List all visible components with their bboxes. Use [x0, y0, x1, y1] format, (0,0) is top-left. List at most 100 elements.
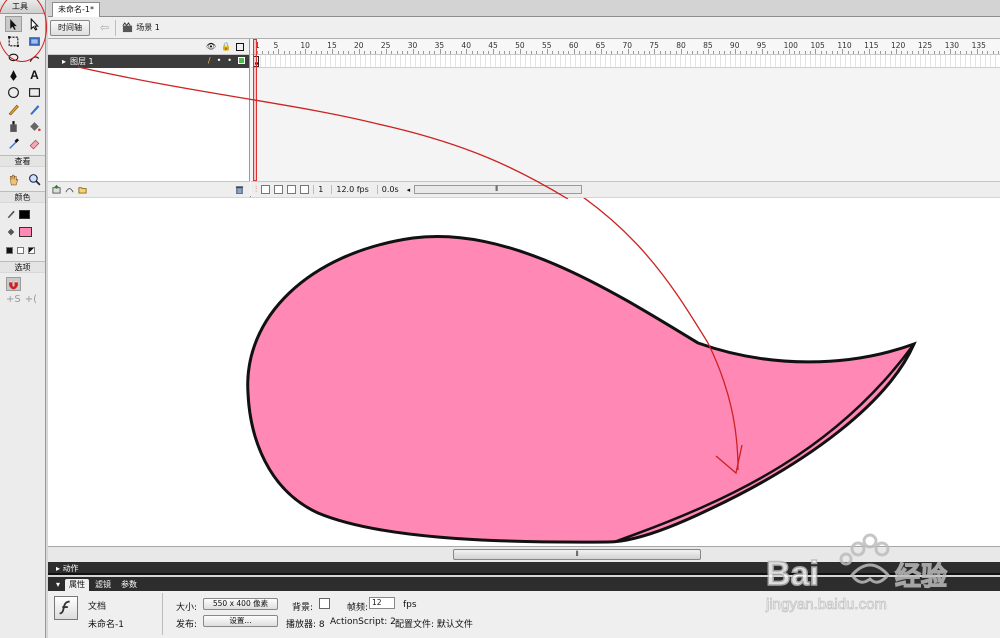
ruler-minor-tick: [375, 51, 377, 54]
pencil-icon[interactable]: [5, 101, 22, 117]
edit-multiple-frames-icon[interactable]: [287, 185, 297, 194]
background-color-swatch[interactable]: [319, 598, 330, 609]
swap-colors-icon[interactable]: [28, 246, 35, 254]
selection-tool-icon[interactable]: [5, 16, 22, 32]
rectangle-icon[interactable]: [26, 84, 43, 100]
onion-skin-icon[interactable]: [261, 185, 271, 194]
snap-magnet-icon[interactable]: [6, 277, 21, 291]
tab-properties[interactable]: 属性: [65, 579, 90, 591]
oval-icon[interactable]: [5, 84, 22, 100]
ruler-minor-tick: [504, 51, 506, 54]
lock-dot[interactable]: •: [227, 56, 232, 65]
lasso-icon-2[interactable]: [26, 50, 43, 66]
ink-bottle-icon[interactable]: [5, 118, 22, 134]
subselection-tool-icon[interactable]: [26, 16, 43, 32]
brush-icon[interactable]: [26, 101, 43, 117]
frame-ruler[interactable]: 1 5 10 15 20 25 30 35 40 45 50 55 60 65 70 75 80 85 90 95 10…: [251, 39, 1000, 55]
actions-label: 动作: [62, 564, 79, 573]
fill-color-swatch[interactable]: [19, 227, 32, 237]
framerate-input[interactable]: 12: [369, 597, 395, 609]
ruler-minor-tick: [708, 49, 710, 54]
scene-label[interactable]: 场景 1: [136, 22, 160, 33]
settings-button[interactable]: 设置...: [203, 615, 278, 627]
onion-outline-icon[interactable]: [274, 185, 284, 194]
ruler-minor-tick: [359, 49, 361, 54]
tab-filters[interactable]: 滤镜: [91, 579, 115, 591]
ruler-minor-tick: [348, 51, 350, 54]
add-layer-icon[interactable]: [52, 185, 61, 194]
fill-color-control[interactable]: [0, 223, 45, 241]
lock-icon[interactable]: 🔒: [221, 42, 231, 51]
collapse-arrow-icon[interactable]: ▾: [56, 579, 60, 591]
stage-canvas[interactable]: [48, 198, 1000, 546]
ruler-minor-tick: [563, 51, 565, 54]
tab-parameters[interactable]: 参数: [117, 579, 141, 591]
eyedropper-icon[interactable]: [5, 135, 22, 151]
ruler-minor-tick: [944, 51, 946, 54]
trash-icon[interactable]: [235, 185, 244, 194]
ruler-minor-tick: [520, 49, 522, 54]
size-button[interactable]: 550 x 400 像素: [203, 598, 278, 610]
scroll-left-icon[interactable]: ◂: [407, 186, 411, 194]
no-color-icon[interactable]: [17, 246, 24, 254]
tools-panel-title: 工具: [0, 0, 45, 14]
eye-icon[interactable]: 👁: [206, 42, 216, 51]
actions-panel-bar[interactable]: ▸ 动作: [48, 562, 1000, 575]
ruler-label-135: 135: [971, 41, 986, 50]
ruler-minor-tick: [971, 51, 973, 54]
ruler-minor-tick: [869, 49, 871, 54]
stage-scroll-thumb[interactable]: ⦀: [453, 549, 701, 560]
modify-markers-icon[interactable]: [300, 185, 310, 194]
ruler-minor-tick: [681, 49, 683, 54]
fill-bucket-icon: [7, 228, 15, 236]
timeline-hscrollbar[interactable]: ⦀: [414, 185, 583, 194]
pink-drop-shape[interactable]: [246, 235, 917, 544]
ruler-minor-tick: [305, 49, 307, 54]
ruler-minor-tick: [606, 51, 608, 54]
ruler-minor-tick: [643, 51, 645, 54]
ruler-minor-tick: [584, 51, 586, 54]
ruler-minor-tick: [380, 51, 382, 54]
layer-row[interactable]: ▸ 图层 1 / • •: [48, 55, 249, 68]
paint-bucket-icon[interactable]: [26, 118, 43, 134]
scene-clapper-icon: [122, 22, 133, 33]
pen-icon[interactable]: [5, 67, 22, 83]
stroke-color-control[interactable]: [0, 205, 45, 223]
zoom-icon[interactable]: [26, 171, 43, 187]
hand-icon[interactable]: [5, 171, 22, 187]
stage-hscrollbar[interactable]: ⦀: [48, 546, 1000, 562]
eraser-icon[interactable]: [26, 135, 43, 151]
outline-color-square[interactable]: [238, 57, 245, 64]
document-tab[interactable]: 未命名-1*: [52, 2, 100, 17]
ruler-minor-tick: [627, 49, 629, 54]
add-folder-icon[interactable]: [78, 185, 87, 194]
smooth-icon[interactable]: +S: [6, 294, 21, 305]
text-icon[interactable]: A: [26, 67, 43, 83]
add-guide-layer-icon[interactable]: [65, 185, 74, 194]
timeline-toggle-button[interactable]: 时间轴: [50, 19, 90, 36]
outline-icon[interactable]: [236, 42, 244, 51]
scroll-grip-icon: ⦀: [495, 185, 499, 193]
ruler-minor-tick: [616, 51, 618, 54]
center-frame-icon[interactable]: ⫶: [255, 185, 257, 195]
current-frame: 1: [313, 185, 327, 194]
free-transform-icon[interactable]: [5, 33, 22, 49]
ruler-minor-tick: [434, 51, 436, 54]
back-arrow-icon[interactable]: ⇦: [100, 21, 109, 34]
ruler-minor-tick: [546, 49, 548, 54]
playhead[interactable]: [253, 39, 257, 181]
ruler-minor-tick: [487, 51, 489, 54]
stroke-color-swatch[interactable]: [19, 209, 30, 219]
visibility-dot[interactable]: •: [217, 56, 222, 65]
ruler-minor-tick: [638, 51, 640, 54]
frame-row[interactable]: [251, 55, 1000, 68]
ruler-minor-tick: [697, 51, 699, 54]
ruler-minor-tick: [514, 51, 516, 54]
gradient-transform-icon[interactable]: [26, 33, 43, 49]
lasso-icon[interactable]: [5, 50, 22, 66]
ruler-minor-tick: [573, 49, 575, 54]
ruler-minor-tick: [541, 51, 543, 54]
straighten-icon[interactable]: +(: [25, 294, 37, 305]
black-white-icon[interactable]: [6, 246, 13, 254]
ruler-minor-tick: [960, 51, 962, 54]
